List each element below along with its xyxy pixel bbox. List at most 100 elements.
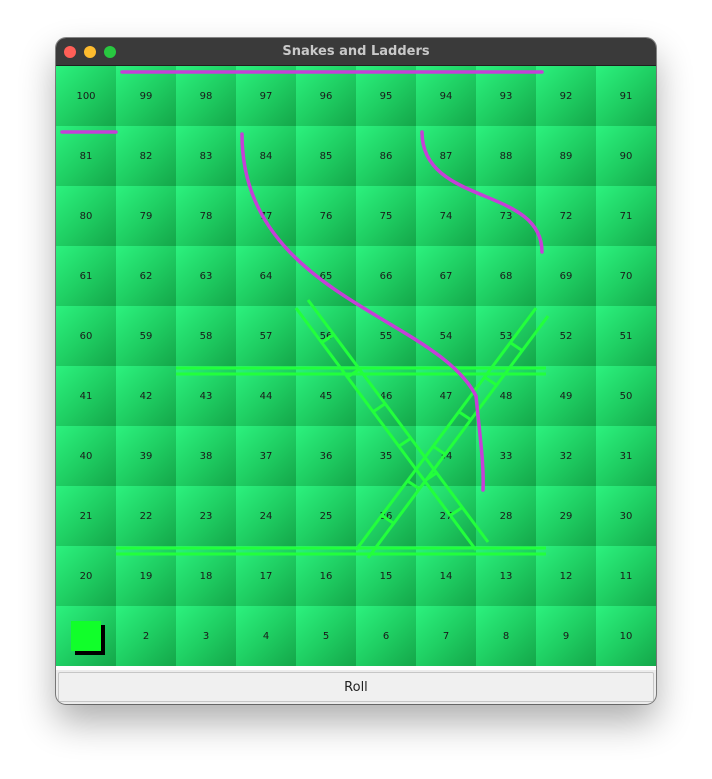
square-number: 41: [79, 390, 93, 402]
board-square: 43: [176, 366, 236, 426]
board-square: 56: [296, 306, 356, 366]
board-bottom-strip: [56, 666, 656, 670]
board-square: 64: [236, 246, 296, 306]
square-number: 11: [619, 570, 633, 582]
board-square: 73: [476, 186, 536, 246]
square-number: 40: [79, 450, 93, 462]
square-number: 99: [139, 90, 153, 102]
board-square: 93: [476, 66, 536, 126]
board-square: 5: [296, 606, 356, 666]
square-number: 30: [619, 510, 633, 522]
square-number: 38: [199, 450, 213, 462]
square-number: 51: [619, 330, 633, 342]
board-square: 28: [476, 486, 536, 546]
board-square: 11: [596, 546, 656, 606]
board-square: 54: [416, 306, 476, 366]
board-square: 26: [356, 486, 416, 546]
square-number: 45: [319, 390, 333, 402]
board-square: 97: [236, 66, 296, 126]
square-number: 25: [319, 510, 333, 522]
square-number: 58: [199, 330, 213, 342]
square-number: 90: [619, 150, 633, 162]
roll-button[interactable]: Roll: [58, 672, 654, 702]
square-number: 3: [202, 630, 210, 642]
board-square: 16: [296, 546, 356, 606]
square-number: 72: [559, 210, 573, 222]
board-square: 57: [236, 306, 296, 366]
square-number: 54: [439, 330, 453, 342]
square-number: 63: [199, 270, 213, 282]
board-square: 3: [176, 606, 236, 666]
square-number: 20: [79, 570, 93, 582]
square-number: 28: [499, 510, 513, 522]
square-number: 60: [79, 330, 93, 342]
square-number: 43: [199, 390, 213, 402]
board-square: 83: [176, 126, 236, 186]
board-square: 49: [536, 366, 596, 426]
board-square: 25: [296, 486, 356, 546]
square-number: 35: [379, 450, 393, 462]
square-number: 10: [619, 630, 633, 642]
square-number: 46: [379, 390, 393, 402]
board-square: 66: [356, 246, 416, 306]
square-number: 66: [379, 270, 393, 282]
board-square: 23: [176, 486, 236, 546]
square-number: 29: [559, 510, 573, 522]
board-square: 87: [416, 126, 476, 186]
square-number: 36: [319, 450, 333, 462]
board-square: 85: [296, 126, 356, 186]
board-square: 10: [596, 606, 656, 666]
board-square: 68: [476, 246, 536, 306]
square-number: 100: [76, 90, 96, 102]
square-number: 76: [319, 210, 333, 222]
board-square: 72: [536, 186, 596, 246]
square-number: 26: [379, 510, 393, 522]
board-square: 94: [416, 66, 476, 126]
square-number: 2: [142, 630, 150, 642]
board-square: 47: [416, 366, 476, 426]
square-number: 57: [259, 330, 273, 342]
board-square: 45: [296, 366, 356, 426]
square-number: 80: [79, 210, 93, 222]
game-board: 100 99 98 97 96 95 94 93 92 91 81 82 83 84 85 86 87 88 89 9…: [56, 66, 656, 666]
board-square: 18: [176, 546, 236, 606]
board-square: 80: [56, 186, 116, 246]
board-square: 79: [116, 186, 176, 246]
title-bar: Snakes and Ladders: [56, 38, 656, 66]
square-number: 34: [439, 450, 453, 462]
board-square: 17: [236, 546, 296, 606]
square-number: 47: [439, 390, 453, 402]
square-number: 32: [559, 450, 573, 462]
square-number: 77: [259, 210, 273, 222]
board-square: 39: [116, 426, 176, 486]
square-number: 89: [559, 150, 573, 162]
board-square: 14: [416, 546, 476, 606]
square-number: 85: [319, 150, 333, 162]
board-square: 6: [356, 606, 416, 666]
board-square: 74: [416, 186, 476, 246]
square-number: 23: [199, 510, 213, 522]
square-number: 61: [79, 270, 93, 282]
square-number: 87: [439, 150, 453, 162]
board-square: 31: [596, 426, 656, 486]
square-number: 75: [379, 210, 393, 222]
board-square: 76: [296, 186, 356, 246]
square-number: 31: [619, 450, 633, 462]
square-number: 24: [259, 510, 273, 522]
square-number: 16: [319, 570, 333, 582]
board-square: 55: [356, 306, 416, 366]
board-square: 24: [236, 486, 296, 546]
square-number: 64: [259, 270, 273, 282]
square-number: 55: [379, 330, 393, 342]
board-square: 75: [356, 186, 416, 246]
square-number: 81: [79, 150, 93, 162]
board-square: 32: [536, 426, 596, 486]
board-square: 58: [176, 306, 236, 366]
square-number: 19: [139, 570, 153, 582]
board-square: 88: [476, 126, 536, 186]
square-number: 93: [499, 90, 513, 102]
board-square: 48: [476, 366, 536, 426]
square-number: 88: [499, 150, 513, 162]
board-square: 52: [536, 306, 596, 366]
board-square: 62: [116, 246, 176, 306]
